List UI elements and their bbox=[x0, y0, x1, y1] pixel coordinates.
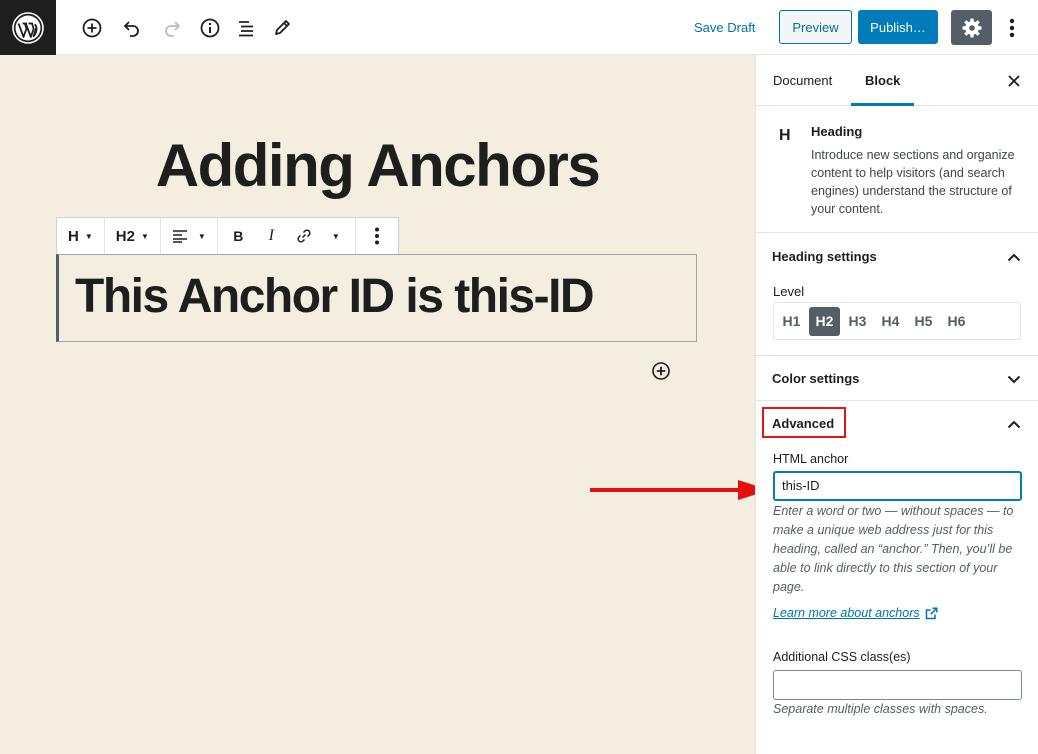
learn-more-label: Learn more about anchors bbox=[773, 606, 920, 620]
caret-down-icon: ▼ bbox=[84, 231, 93, 241]
block-type-label: H bbox=[68, 227, 79, 245]
heading-level-group: H2 ▼ bbox=[105, 218, 161, 254]
block-navigation-icon[interactable] bbox=[230, 12, 262, 44]
learn-more-anchors-link[interactable]: Learn more about anchors bbox=[773, 606, 938, 620]
css-class-label: Additional CSS class(es) bbox=[773, 650, 911, 664]
annotation-arrow-icon bbox=[590, 480, 770, 500]
sidebar-tabs: Document Block bbox=[756, 55, 1038, 106]
chevron-up-icon[interactable] bbox=[1006, 249, 1022, 265]
level-h4-button[interactable]: H4 bbox=[875, 307, 906, 336]
tab-document[interactable]: Document bbox=[773, 55, 832, 106]
level-h1-button[interactable]: H1 bbox=[776, 307, 807, 336]
html-anchor-input[interactable]: this-ID bbox=[773, 471, 1022, 501]
add-block-icon[interactable] bbox=[76, 12, 108, 44]
heading-block[interactable]: This Anchor ID is this-ID bbox=[56, 254, 697, 342]
block-more-options-icon[interactable] bbox=[360, 218, 394, 254]
link-icon bbox=[297, 229, 311, 243]
block-inserter-plus-icon[interactable] bbox=[650, 360, 672, 382]
heading-settings-title[interactable]: Heading settings bbox=[772, 249, 877, 269]
link-button[interactable] bbox=[288, 218, 321, 254]
heading-block-icon: H bbox=[779, 127, 791, 144]
block-switcher-group: H ▼ bbox=[57, 218, 105, 254]
post-title[interactable]: Adding Anchors bbox=[0, 131, 755, 200]
level-h5-button[interactable]: H5 bbox=[908, 307, 939, 336]
editor-header: Save Draft Preview Publish… bbox=[0, 0, 1038, 55]
chevron-up-icon[interactable] bbox=[1006, 416, 1022, 432]
settings-sidebar: Document Block H Heading Introduce new s… bbox=[755, 55, 1038, 754]
level-h6-button[interactable]: H6 bbox=[941, 307, 972, 336]
color-settings-title[interactable]: Color settings bbox=[772, 371, 859, 391]
save-draft-button[interactable]: Save Draft bbox=[688, 14, 761, 42]
heading-level-dropdown[interactable]: H2 ▼ bbox=[109, 218, 156, 254]
block-card-description: Introduce new sections and organize cont… bbox=[811, 148, 1015, 216]
redo-icon[interactable] bbox=[156, 12, 188, 44]
formatting-group: B I ▼ bbox=[218, 218, 356, 254]
html-anchor-help: Enter a word or two — without spaces — t… bbox=[773, 504, 1014, 594]
more-rich-text-dropdown[interactable]: ▼ bbox=[321, 218, 351, 254]
heading-block-text[interactable]: This Anchor ID is this-ID bbox=[75, 269, 595, 324]
level-h2-button[interactable]: H2 bbox=[809, 306, 840, 336]
bold-button[interactable]: B bbox=[222, 218, 255, 254]
external-link-icon bbox=[925, 606, 938, 620]
text-align-dropdown[interactable]: ▼ bbox=[165, 218, 213, 254]
preview-button[interactable]: Preview bbox=[779, 10, 852, 44]
caret-down-icon: ▼ bbox=[140, 231, 149, 241]
level-label: Level bbox=[773, 284, 805, 299]
more-options-icon[interactable] bbox=[1000, 12, 1024, 44]
tab-block[interactable]: Block bbox=[851, 55, 915, 106]
edit-mode-pencil-icon[interactable] bbox=[266, 12, 298, 44]
info-icon[interactable] bbox=[194, 12, 226, 44]
heading-level-label: H2 bbox=[115, 227, 135, 245]
caret-down-icon: ▼ bbox=[197, 231, 206, 241]
css-class-input[interactable] bbox=[773, 670, 1022, 700]
html-anchor-label: HTML anchor bbox=[773, 452, 849, 466]
css-class-help: Separate multiple classes with spaces. bbox=[773, 702, 988, 716]
caret-down-icon: ▼ bbox=[331, 231, 340, 241]
block-card-title: Heading bbox=[811, 124, 863, 139]
undo-icon[interactable] bbox=[116, 12, 148, 44]
advanced-title[interactable]: Advanced bbox=[772, 416, 834, 436]
level-h3-button[interactable]: H3 bbox=[842, 307, 873, 336]
block-toolbar: H ▼ H2 ▼ ▼ B I ▼ bbox=[56, 217, 399, 255]
block-card: H Heading Introduce new sections and org… bbox=[756, 106, 1038, 233]
close-icon[interactable] bbox=[1004, 71, 1024, 91]
alignment-group: ▼ bbox=[161, 218, 218, 254]
block-type-switcher[interactable]: H ▼ bbox=[61, 218, 100, 254]
heading-level-toolbar: H1 H2 H3 H4 H5 H6 bbox=[773, 302, 1021, 340]
align-left-icon bbox=[172, 230, 187, 243]
italic-button[interactable]: I bbox=[255, 218, 288, 254]
wordpress-logo-icon[interactable] bbox=[0, 0, 56, 55]
settings-gear-icon[interactable] bbox=[951, 10, 992, 45]
block-more-group bbox=[356, 218, 398, 254]
editor-canvas: Adding Anchors H ▼ H2 ▼ ▼ B I ▼ This Anc… bbox=[0, 55, 755, 754]
publish-button[interactable]: Publish… bbox=[858, 10, 938, 44]
chevron-down-icon[interactable] bbox=[1006, 371, 1022, 387]
